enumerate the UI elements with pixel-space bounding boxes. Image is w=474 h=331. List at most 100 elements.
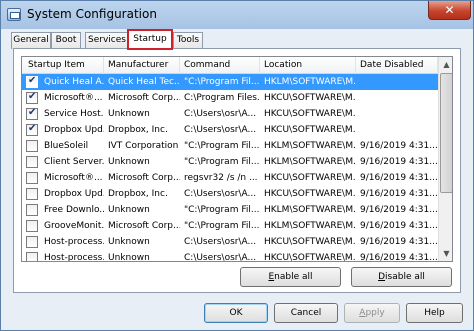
window-title: System Configuration	[27, 7, 157, 21]
row-enabled-checkbox[interactable]	[26, 220, 38, 232]
tab-tools[interactable]: Tools	[173, 32, 203, 49]
tab-boot[interactable]: Boot	[51, 32, 81, 49]
table-cell: Dropbox, Inc.	[108, 125, 168, 135]
table-cell: 9/16/2019 4:31...	[360, 221, 438, 231]
table-cell: HKCU\SOFTWARE\M...	[264, 253, 356, 262]
row-enabled-checkbox[interactable]	[26, 204, 38, 216]
title-bar[interactable]: System Configuration ✕	[1, 1, 473, 29]
table-cell: Microsoft®...	[44, 173, 103, 183]
table-cell: 9/16/2019 4:31...	[360, 157, 438, 167]
column-header-command[interactable]: Command	[180, 57, 260, 74]
table-cell: Unknown	[108, 157, 150, 167]
table-cell: HKCU\SOFTWARE\M...	[264, 237, 356, 247]
table-cell: Unknown	[108, 253, 150, 262]
system-configuration-window: System Configuration ✕ General Boot Serv…	[0, 0, 474, 331]
table-cell: Dropbox Upd...	[44, 125, 104, 135]
ok-button[interactable]: OK	[204, 303, 268, 323]
table-cell: GrooveMonit...	[44, 221, 104, 231]
disable-all-button[interactable]: Disable all	[351, 267, 452, 287]
column-header-date-disabled[interactable]: Date Disabled	[356, 57, 438, 74]
column-header-location[interactable]: Location	[260, 57, 356, 74]
table-cell: 9/16/2019 4:31...	[360, 237, 438, 247]
table-cell: "C:\Program Fil...	[184, 77, 260, 87]
table-cell: HKCU\SOFTWARE\M...	[264, 109, 356, 119]
table-cell: HKCU\SOFTWARE\M...	[264, 125, 356, 135]
table-cell: Unknown	[108, 237, 150, 247]
row-enabled-checkbox[interactable]	[26, 91, 38, 104]
row-enabled-checkbox[interactable]	[26, 252, 38, 261]
table-row[interactable]: Host-process... Unknown C:\Users\osr\A... H…	[22, 234, 438, 250]
startup-items-list[interactable]: Startup Item Manufacturer Command Locati…	[21, 56, 453, 262]
system-configuration-icon	[7, 8, 21, 21]
cancel-button[interactable]: Cancel	[274, 303, 338, 323]
table-cell: "C:\Program Fil...	[184, 205, 260, 215]
table-cell: Microsoft Corp...	[108, 173, 180, 183]
table-row[interactable]: BlueSoleil IVT Corporation "C:\Program Fil…	[22, 138, 438, 154]
table-cell: HKLM\SOFTWARE\M...	[264, 205, 356, 215]
table-row[interactable]: Client Server... Unknown "C:\Program Fil..…	[22, 154, 438, 170]
tab-general[interactable]: General	[11, 32, 51, 49]
table-row[interactable]: Dropbox Upd... Dropbox, Inc. C:\Users\osr\…	[22, 186, 438, 202]
scroll-up-arrow-icon[interactable]: ▲	[439, 57, 452, 72]
table-cell: HKLM\SOFTWARE\M...	[264, 77, 356, 87]
row-enabled-checkbox[interactable]	[26, 236, 38, 248]
table-cell: BlueSoleil	[44, 141, 89, 151]
table-cell: 9/16/2019 4:31...	[360, 141, 438, 151]
table-row[interactable]: GrooveMonit... Microsoft Corp... "C:\Progr…	[22, 218, 438, 234]
table-row[interactable]: Host-process... Unknown C:\Users\osr\A... H…	[22, 250, 438, 262]
table-cell: Host-process...	[44, 253, 104, 262]
close-button[interactable]: ✕	[428, 1, 471, 20]
table-cell: HKCU\SOFTWARE\M...	[264, 173, 356, 183]
table-cell: Dropbox Upd...	[44, 189, 104, 199]
tab-startup[interactable]: Startup	[127, 29, 173, 50]
table-cell: "C:\Program Fil...	[184, 141, 260, 151]
table-cell: HKLM\SOFTWARE\M...	[264, 141, 356, 151]
table-cell: C:\Users\osr\A...	[184, 237, 257, 247]
table-cell: Service Host...	[44, 109, 104, 119]
table-cell: Client Server...	[44, 157, 104, 167]
table-cell: HKCU\SOFTWARE\M...	[264, 189, 356, 199]
table-row[interactable]: Service Host... Unknown C:\Users\osr\A... H…	[22, 106, 438, 122]
row-enabled-checkbox[interactable]	[26, 140, 38, 152]
table-cell: Dropbox, Inc.	[108, 189, 168, 199]
row-enabled-checkbox[interactable]	[26, 75, 38, 88]
scroll-down-arrow-icon[interactable]: ▼	[439, 246, 452, 261]
enable-all-button[interactable]: Enable all	[240, 267, 341, 287]
table-cell: 9/16/2019 4:31...	[360, 173, 438, 183]
table-cell: IVT Corporation	[108, 141, 179, 151]
column-header-startup-item[interactable]: Startup Item	[22, 57, 104, 74]
table-cell	[356, 74, 438, 90]
row-enabled-checkbox[interactable]	[26, 107, 38, 120]
table-cell: "C:\Program Fil...	[184, 221, 260, 231]
row-enabled-checkbox[interactable]	[26, 172, 38, 184]
table-cell: C:\Users\osr\A...	[184, 189, 257, 199]
vertical-scrollbar[interactable]: ▲ ▼	[438, 57, 452, 261]
list-header: Startup Item Manufacturer Command Locati…	[22, 57, 438, 74]
table-cell: Free Downlo...	[44, 205, 104, 215]
table-cell	[356, 106, 438, 122]
table-cell: C:\Users\osr\A...	[184, 125, 257, 135]
row-enabled-checkbox[interactable]	[26, 123, 38, 136]
table-row[interactable]: Microsoft®... Microsoft Corp... C:\Program…	[22, 90, 438, 106]
table-cell: "C:\Program Fil...	[184, 157, 260, 167]
table-row[interactable]: Microsoft®... Microsoft Corp... regsvr32 /…	[22, 170, 438, 186]
table-cell	[356, 122, 438, 138]
table-cell: Microsoft®...	[44, 93, 103, 103]
table-cell: regsvr32 /s /n ...	[184, 173, 258, 183]
scrollbar-thumb[interactable]	[440, 73, 452, 193]
apply-button[interactable]: Apply	[344, 303, 400, 323]
table-cell: 9/16/2019 4:31...	[360, 205, 438, 215]
table-cell: HKCU\SOFTWARE\M...	[264, 93, 356, 103]
table-cell: Microsoft Corp...	[108, 93, 180, 103]
tab-services[interactable]: Services	[85, 32, 129, 49]
table-cell: HKLM\SOFTWARE\M...	[264, 157, 356, 167]
table-row[interactable]: Free Downlo... Unknown "C:\Program Fil... H…	[22, 202, 438, 218]
table-cell: Quick Heal Tec...	[108, 77, 180, 87]
table-row[interactable]: Quick Heal A... Quick Heal Tec... "C:\Prog…	[22, 74, 438, 90]
table-cell: 9/16/2019 4:31...	[360, 253, 438, 262]
row-enabled-checkbox[interactable]	[26, 188, 38, 200]
table-row[interactable]: Dropbox Upd... Dropbox, Inc. C:\Users\osr\…	[22, 122, 438, 138]
column-header-manufacturer[interactable]: Manufacturer	[104, 57, 180, 74]
help-button[interactable]: Help	[406, 303, 463, 323]
row-enabled-checkbox[interactable]	[26, 156, 38, 168]
